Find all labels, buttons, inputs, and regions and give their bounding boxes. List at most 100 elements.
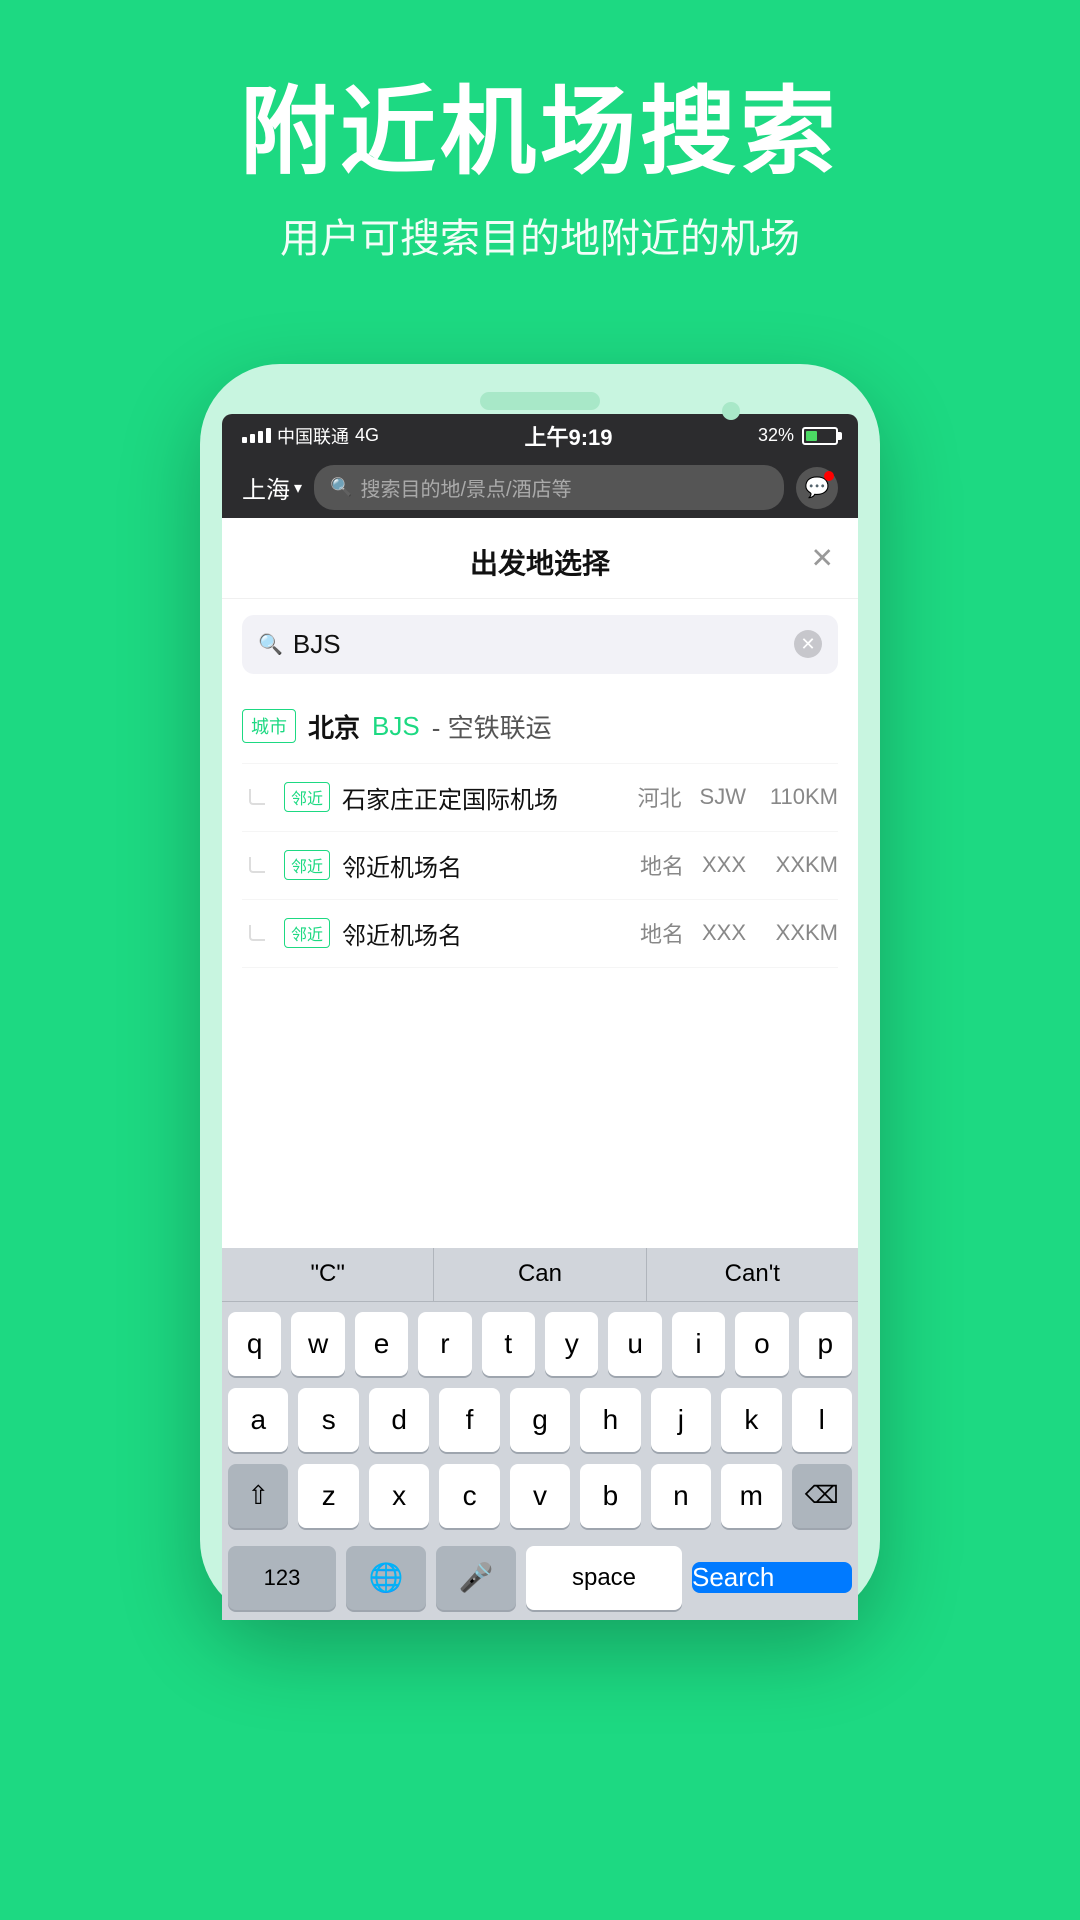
key-o[interactable]: o: [735, 1312, 788, 1376]
hero-subtitle: 用户可搜索目的地附近的机场: [0, 206, 1080, 264]
hero-title: 附近机场搜索: [0, 80, 1080, 186]
message-badge: [824, 471, 834, 481]
key-b[interactable]: b: [580, 1464, 640, 1528]
phone-outer: 中国联通 4G 上午9:19 32% 上海 ▾: [200, 364, 880, 1620]
key-x[interactable]: x: [369, 1464, 429, 1528]
airport-province-0: 河北: [638, 781, 682, 813]
key-y[interactable]: y: [545, 1312, 598, 1376]
airport-name-2: 邻近机场名: [342, 916, 628, 951]
key-row-1: q w e r t y u i o p: [228, 1312, 852, 1376]
nearby-tag-2: 邻近: [284, 918, 330, 948]
status-bar: 中国联通 4G 上午9:19 32%: [222, 414, 858, 458]
keyboard: "C" Can Can't q w e r t y u i: [222, 1248, 858, 1620]
indent-line-1: [249, 857, 265, 873]
phone-notch: [222, 392, 858, 414]
airport-dist-0: 110KM: [758, 784, 838, 810]
key-shift[interactable]: ⇧: [228, 1464, 288, 1528]
signal-bar-2: [250, 434, 255, 443]
key-e[interactable]: e: [355, 1312, 408, 1376]
message-icon-button[interactable]: 💬: [796, 467, 838, 509]
key-c[interactable]: c: [439, 1464, 499, 1528]
search-button[interactable]: Search: [692, 1562, 852, 1593]
modal-close-button[interactable]: ✕: [811, 541, 834, 574]
nearby-tag-1: 邻近: [284, 850, 330, 880]
city-suffix: - 空铁联运: [432, 708, 552, 745]
city-selector[interactable]: 上海 ▾: [242, 470, 302, 505]
key-r[interactable]: r: [418, 1312, 471, 1376]
city-tag: 城市: [242, 709, 296, 743]
nearby-tag-0: 邻近: [284, 782, 330, 812]
keyboard-bottom-row: 123 🌐 🎤 space Search: [222, 1546, 858, 1620]
search-bar[interactable]: 🔍 搜索目的地/景点/酒店等: [314, 465, 784, 510]
search-input-icon: 🔍: [258, 632, 283, 657]
key-g[interactable]: g: [510, 1388, 570, 1452]
indent-0: [242, 789, 272, 805]
carrier-label: 中国联通: [277, 423, 349, 449]
airport-dist-2: XXKM: [758, 920, 838, 946]
signal-bar-3: [258, 431, 263, 443]
key-a[interactable]: a: [228, 1388, 288, 1452]
airport-code-2: XXX: [702, 920, 746, 946]
key-w[interactable]: w: [291, 1312, 344, 1376]
nearby-airports-list: 邻近 石家庄正定国际机场 河北 SJW 110KM 邻近: [242, 764, 838, 968]
nearby-airport-row-0[interactable]: 邻近 石家庄正定国际机场 河北 SJW 110KM: [242, 764, 838, 832]
search-input-box[interactable]: 🔍 BJS ✕: [242, 615, 838, 674]
key-l[interactable]: l: [792, 1388, 852, 1452]
key-k[interactable]: k: [721, 1388, 781, 1452]
search-input-value[interactable]: BJS: [293, 629, 784, 660]
keyboard-suggestions: "C" Can Can't: [222, 1248, 858, 1302]
key-h[interactable]: h: [580, 1388, 640, 1452]
airport-province-2: 地名: [640, 917, 684, 949]
phone-speaker: [480, 392, 600, 410]
search-icon: 🔍: [330, 477, 352, 498]
nearby-airport-row-1[interactable]: 邻近 邻近机场名 地名 XXX XXKM: [242, 832, 838, 900]
battery-container: [802, 427, 838, 445]
key-mic[interactable]: 🎤: [436, 1546, 516, 1610]
status-left: 中国联通 4G: [242, 423, 379, 449]
hero-section: 附近机场搜索 用户可搜索目的地附近的机场: [0, 0, 1080, 304]
network-label: 4G: [355, 425, 379, 446]
nearby-airport-row-2[interactable]: 邻近 邻近机场名 地名 XXX XXKM: [242, 900, 838, 968]
modal-overlay: 出发地选择 ✕ 🔍 BJS ✕ 城市 北京: [222, 518, 858, 1248]
suggestion-1[interactable]: Can: [434, 1248, 646, 1301]
airport-code-0: SJW: [700, 784, 746, 810]
key-globe[interactable]: 🌐: [346, 1546, 426, 1610]
keyboard-rows: q w e r t y u i o p a s: [222, 1302, 858, 1546]
indent-line-0: [249, 789, 265, 805]
app-header: 上海 ▾ 🔍 搜索目的地/景点/酒店等 💬: [222, 458, 858, 518]
key-v[interactable]: v: [510, 1464, 570, 1528]
key-m[interactable]: m: [721, 1464, 781, 1528]
city-name: 北京: [308, 708, 360, 745]
key-row-3: ⇧ z x c v b n m ⌫: [228, 1464, 852, 1528]
modal-header: 出发地选择 ✕: [222, 518, 858, 599]
clear-button[interactable]: ✕: [794, 630, 822, 658]
key-f[interactable]: f: [439, 1388, 499, 1452]
indent-2: [242, 925, 272, 941]
airport-name-0: 石家庄正定国际机场: [342, 780, 626, 815]
key-d[interactable]: d: [369, 1388, 429, 1452]
suggestion-0[interactable]: "C": [222, 1248, 434, 1301]
key-s[interactable]: s: [298, 1388, 358, 1452]
chevron-down-icon: ▾: [294, 478, 302, 498]
key-row-2: a s d f g h j k l: [228, 1388, 852, 1452]
signal-bars: [242, 428, 271, 443]
key-n[interactable]: n: [651, 1464, 711, 1528]
key-z[interactable]: z: [298, 1464, 358, 1528]
key-t[interactable]: t: [482, 1312, 535, 1376]
key-p[interactable]: p: [799, 1312, 852, 1376]
city-result-row[interactable]: 城市 北京 BJS - 空铁联运: [242, 690, 838, 764]
key-j[interactable]: j: [651, 1388, 711, 1452]
phone-mockup: 中国联通 4G 上午9:19 32% 上海 ▾: [0, 364, 1080, 1620]
battery-fill: [806, 431, 817, 441]
suggestion-2[interactable]: Can't: [647, 1248, 858, 1301]
key-u[interactable]: u: [608, 1312, 661, 1376]
phone-camera: [722, 402, 740, 420]
key-space[interactable]: space: [526, 1546, 682, 1610]
city-code: BJS: [372, 711, 420, 742]
key-i[interactable]: i: [672, 1312, 725, 1376]
key-123[interactable]: 123: [228, 1546, 336, 1610]
key-q[interactable]: q: [228, 1312, 281, 1376]
search-input-area: 🔍 BJS ✕: [222, 599, 858, 690]
airport-name-1: 邻近机场名: [342, 848, 628, 883]
key-delete[interactable]: ⌫: [792, 1464, 852, 1528]
